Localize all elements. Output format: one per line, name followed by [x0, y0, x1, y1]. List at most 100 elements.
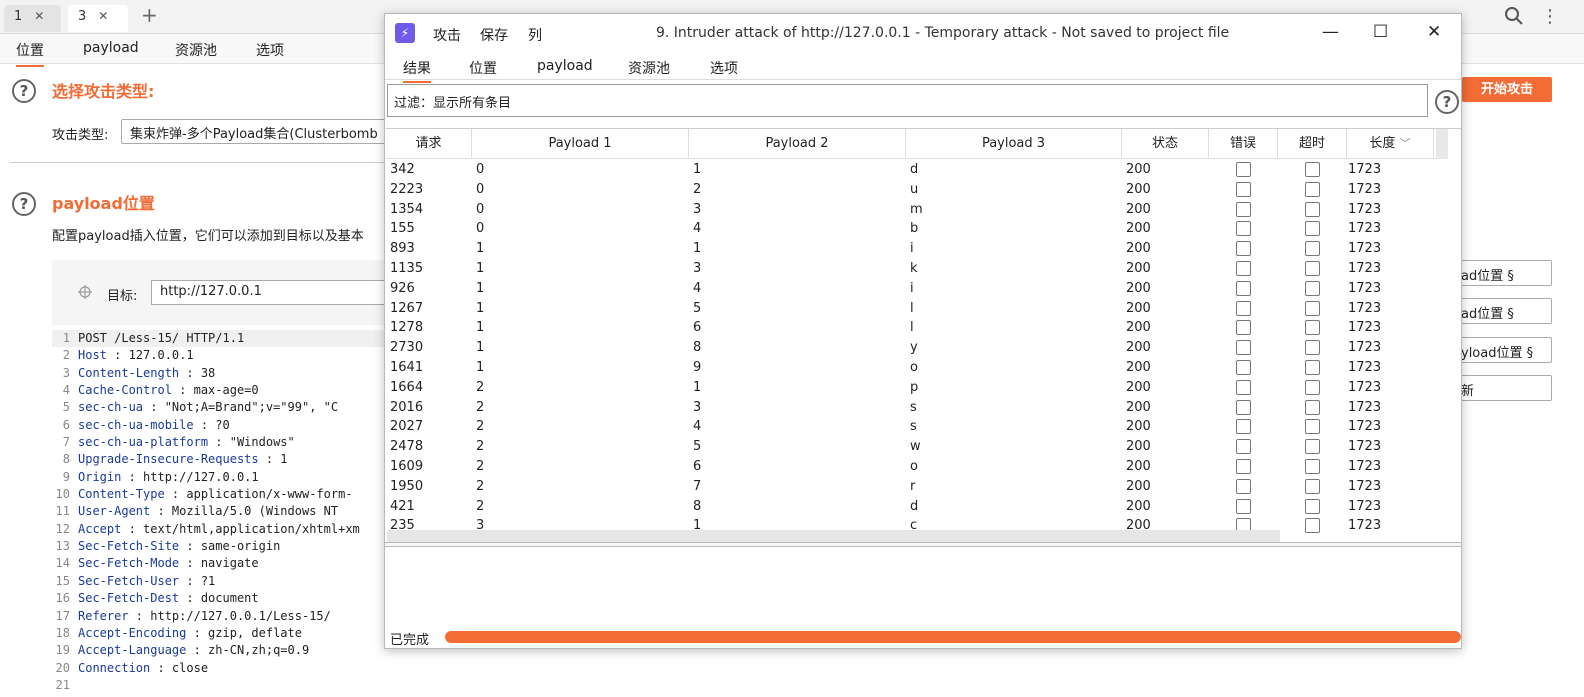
error-checkbox[interactable]	[1236, 300, 1251, 316]
tab-payload[interactable]: payload	[83, 40, 139, 56]
table-scrollbar[interactable]	[1436, 129, 1448, 159]
clear-payload-position-button[interactable]: ad位置 §	[1456, 298, 1552, 324]
table-row[interactable]: 926 1 4 i 200 1723	[386, 279, 1448, 299]
minimize-icon[interactable]: —	[1322, 22, 1339, 42]
table-row[interactable]: 342 0 1 d 200 1723	[386, 160, 1448, 180]
timeout-checkbox[interactable]	[1305, 458, 1320, 474]
timeout-checkbox[interactable]	[1305, 518, 1320, 534]
error-checkbox[interactable]	[1236, 379, 1251, 395]
table-row[interactable]: 1354 0 3 m 200 1723	[386, 200, 1448, 220]
timeout-checkbox[interactable]	[1305, 181, 1320, 197]
menu-save[interactable]: 保存	[480, 25, 508, 45]
col-request[interactable]: 请求	[386, 129, 472, 159]
tab-payload[interactable]: payload	[537, 58, 593, 74]
timeout-checkbox[interactable]	[1305, 439, 1320, 455]
error-checkbox[interactable]	[1236, 162, 1251, 177]
tab-positions[interactable]: 位置	[16, 40, 44, 67]
maximize-icon[interactable]: ☐	[1373, 22, 1388, 42]
error-checkbox[interactable]	[1236, 399, 1251, 415]
add-payload-position-button[interactable]: ad位置 §	[1456, 260, 1552, 286]
table-row[interactable]: 421 2 8 d 200 1723	[386, 497, 1448, 517]
timeout-checkbox[interactable]	[1305, 241, 1320, 257]
timeout-checkbox[interactable]	[1305, 280, 1320, 296]
col-error[interactable]: 错误	[1209, 129, 1278, 159]
error-checkbox[interactable]	[1236, 201, 1251, 217]
tab-resource-pool[interactable]: 资源池	[175, 40, 217, 60]
error-checkbox[interactable]	[1236, 359, 1251, 375]
tab-results[interactable]: 结果	[403, 58, 431, 83]
error-checkbox[interactable]	[1236, 439, 1251, 455]
error-checkbox[interactable]	[1236, 498, 1251, 514]
help-icon[interactable]: ?	[1435, 90, 1459, 114]
table-row[interactable]: 2027 2 4 s 200 1723	[386, 417, 1448, 437]
col-payload-1[interactable]: Payload 1	[472, 129, 689, 159]
error-checkbox[interactable]	[1236, 340, 1251, 356]
error-checkbox[interactable]	[1236, 458, 1251, 474]
error-checkbox[interactable]	[1236, 419, 1251, 435]
table-row[interactable]: 893 1 1 i 200 1723	[386, 239, 1448, 259]
table-row[interactable]: 1278 1 6 l 200 1723	[386, 318, 1448, 338]
help-icon[interactable]: ?	[12, 79, 36, 103]
tab-resource-pool[interactable]: 资源池	[628, 58, 670, 78]
horizontal-scrollbar[interactable]	[387, 530, 1280, 542]
timeout-checkbox[interactable]	[1305, 320, 1320, 336]
error-checkbox[interactable]	[1236, 241, 1251, 257]
timeout-checkbox[interactable]	[1305, 419, 1320, 435]
col-length[interactable]: 长度 ﹀	[1347, 129, 1434, 159]
timeout-checkbox[interactable]	[1305, 162, 1320, 177]
error-checkbox[interactable]	[1236, 221, 1251, 237]
table-row[interactable]: 2016 2 3 s 200 1723	[386, 398, 1448, 418]
window-tab-3[interactable]: 3 ✕	[68, 5, 128, 32]
error-checkbox[interactable]	[1236, 181, 1251, 197]
tab-options[interactable]: 选项	[710, 58, 738, 78]
timeout-checkbox[interactable]	[1305, 260, 1320, 276]
timeout-checkbox[interactable]	[1305, 399, 1320, 415]
table-row[interactable]: 2478 2 5 w 200 1723	[386, 437, 1448, 457]
tab-positions[interactable]: 位置	[469, 58, 497, 78]
table-row[interactable]: 1664 2 1 p 200 1723	[386, 378, 1448, 398]
table-row[interactable]: 1135 1 3 k 200 1723	[386, 259, 1448, 279]
tab-options[interactable]: 选项	[256, 40, 284, 60]
close-icon[interactable]: ✕	[1427, 22, 1441, 42]
help-icon[interactable]: ?	[12, 192, 36, 216]
table-row[interactable]: 1609 2 6 o 200 1723	[386, 457, 1448, 477]
timeout-checkbox[interactable]	[1305, 498, 1320, 514]
table-row[interactable]: 2730 1 8 y 200 1723	[386, 338, 1448, 358]
timeout-checkbox[interactable]	[1305, 340, 1320, 356]
request-editor[interactable]: 1 POST /Less-15/ HTTP/1.1 2 Host : 127.0.0.…	[52, 330, 386, 697]
window-tab-1[interactable]: 1 ✕	[4, 5, 61, 32]
table-row[interactable]: 2223 0 2 u 200 1723	[386, 180, 1448, 200]
add-tab-icon[interactable]: +	[141, 3, 158, 27]
filter-bar[interactable]: 过滤：显示所有条目	[387, 84, 1428, 117]
col-payload-2[interactable]: Payload 2	[689, 129, 906, 159]
error-checkbox[interactable]	[1236, 320, 1251, 336]
col-timeout[interactable]: 超时	[1278, 129, 1347, 159]
start-attack-button[interactable]: 开始攻击	[1462, 77, 1552, 102]
timeout-checkbox[interactable]	[1305, 300, 1320, 316]
timeout-checkbox[interactable]	[1305, 478, 1320, 494]
refresh-button[interactable]: 新	[1456, 375, 1552, 401]
table-row[interactable]: 1641 1 9 o 200 1723	[386, 358, 1448, 378]
auto-payload-position-button[interactable]: yload位置 §	[1456, 337, 1552, 363]
timeout-checkbox[interactable]	[1305, 379, 1320, 395]
col-payload-3[interactable]: Payload 3	[906, 129, 1122, 159]
table-row[interactable]: 1267 1 5 l 200 1723	[386, 299, 1448, 319]
timeout-checkbox[interactable]	[1305, 359, 1320, 375]
close-icon[interactable]: ✕	[98, 9, 108, 23]
more-options-icon[interactable]: ⋮	[1541, 6, 1559, 27]
error-checkbox[interactable]	[1236, 478, 1251, 494]
col-status[interactable]: 状态	[1122, 129, 1209, 159]
attack-type-select[interactable]: 集束炸弹-多个Payload集合(Clusterbomb	[121, 119, 391, 144]
table-row[interactable]: 155 0 4 b 200 1723	[386, 219, 1448, 239]
pane-divider[interactable]	[385, 542, 1461, 547]
menu-columns[interactable]: 列	[528, 25, 542, 45]
menu-attack[interactable]: 攻击	[433, 25, 461, 45]
timeout-checkbox[interactable]	[1305, 201, 1320, 217]
target-input[interactable]: http://127.0.0.1	[151, 280, 391, 305]
search-icon[interactable]	[1504, 6, 1524, 26]
close-icon[interactable]: ✕	[34, 9, 44, 23]
error-checkbox[interactable]	[1236, 280, 1251, 296]
timeout-checkbox[interactable]	[1305, 221, 1320, 237]
table-row[interactable]: 1950 2 7 r 200 1723	[386, 477, 1448, 497]
error-checkbox[interactable]	[1236, 260, 1251, 276]
